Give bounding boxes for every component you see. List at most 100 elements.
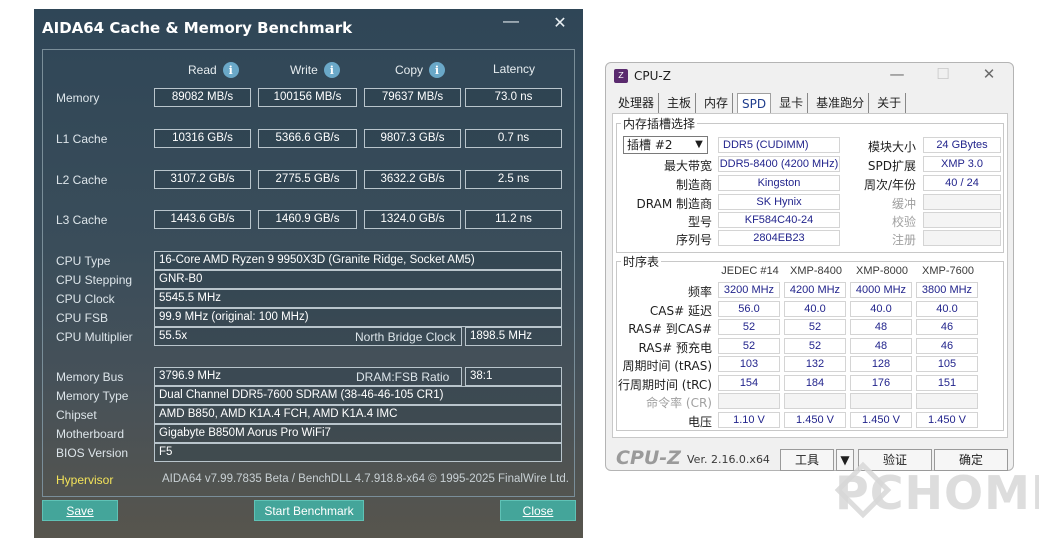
close-window-button[interactable]: ✕ [546, 13, 574, 33]
timing-cell: 40.0 [784, 301, 846, 317]
module-size-label: 模块大小 [867, 140, 916, 154]
timing-cell: 46 [916, 319, 978, 335]
timing-cell: 52 [718, 319, 780, 335]
minimize-button[interactable]: — [497, 13, 525, 31]
timing-row-label: 周期时间 (tRAS) [622, 359, 712, 373]
slot-select-value: 插槽 #2 [627, 138, 673, 152]
timing-cell [850, 393, 912, 409]
timing-cell: 3200 MHz [718, 282, 780, 298]
maker-value: Kingston [718, 175, 840, 191]
chipset-label: Chipset [56, 408, 97, 422]
minimize-icon[interactable]: — [882, 65, 912, 83]
close-button-label: Close [522, 504, 554, 518]
timing-row-label: CAS# 延迟 [649, 304, 712, 318]
timing-cell [916, 393, 978, 409]
timing-cell: 132 [784, 356, 846, 372]
l2-read-value: 3107.2 GB/s [154, 170, 251, 189]
timing-cell: 52 [784, 338, 846, 354]
header-read: Read i [188, 62, 239, 78]
info-icon[interactable]: i [222, 62, 239, 78]
l1-write-value: 5366.6 GB/s [258, 129, 357, 148]
tab-bench[interactable]: 基准跑分 [812, 93, 870, 114]
slot-group-label: 内存插槽选择 [621, 115, 698, 132]
cpu-clock-value: 5545.5 MHz [154, 289, 562, 308]
serial-value: 2804EB23 [718, 230, 840, 246]
l1-read-value: 10316 GB/s [154, 129, 251, 148]
spd-ext-label: SPD扩展 [867, 159, 916, 173]
timing-header-jedec: JEDEC #14 [721, 265, 779, 277]
timing-cell: 1.10 V [718, 412, 780, 428]
header-copy-label: Copy [395, 63, 424, 77]
motherboard-value: Gigabyte B850M Aorus Pro WiFi7 [154, 424, 562, 443]
serial-label: 序列号 [675, 233, 712, 247]
timing-cell: 105 [916, 356, 978, 372]
l3-copy-value: 1324.0 GB/s [364, 210, 461, 229]
cpuz-title: CPU-Z [634, 69, 671, 83]
tools-button[interactable]: 工具 [780, 449, 834, 471]
tab-mainboard[interactable]: 主板 [663, 93, 697, 114]
memory-type-label: Memory Type [56, 389, 129, 403]
memory-type-value: Dual Channel DDR5-7600 SDRAM (38-46-46-1… [154, 386, 562, 405]
buffer-label: 缓冲 [891, 197, 916, 211]
info-icon[interactable]: i [323, 62, 340, 78]
hypervisor-link[interactable]: Hypervisor [56, 473, 113, 487]
timing-group-label: 时序表 [621, 253, 662, 270]
tab-spd[interactable]: SPD [737, 93, 772, 114]
cpu-type-value: 16-Core AMD Ryzen 9 9950X3D (Granite Rid… [154, 251, 562, 270]
timing-cell: 1.450 V [850, 412, 912, 428]
maximize-icon[interactable]: ☐ [928, 65, 958, 83]
model-value: KF584C40-24 [718, 212, 840, 228]
memory-write-value: 100156 MB/s [258, 88, 357, 107]
tab-memory[interactable]: 内存 [700, 93, 734, 114]
spd-ext-value: XMP 3.0 [923, 156, 1001, 172]
bandwidth-value: DDR5-8400 (4200 MHz) [718, 156, 840, 172]
save-button-label: Save [66, 504, 94, 518]
timing-cell: 128 [850, 356, 912, 372]
timing-cell: 46 [916, 338, 978, 354]
memory-read-value: 89082 MB/s [154, 88, 251, 107]
memory-copy-value: 79637 MB/s [364, 88, 461, 107]
timing-header-xmp8000: XMP-8000 [856, 265, 908, 277]
start-benchmark-button[interactable]: Start Benchmark [254, 500, 364, 521]
l2-latency-value: 2.5 ns [465, 170, 562, 189]
header-write-label: Write [290, 63, 318, 77]
timing-row-label: 命令率 (CR) [646, 396, 712, 410]
memory-latency-value: 73.0 ns [465, 88, 562, 107]
timing-cell: 48 [850, 338, 912, 354]
timing-cell: 154 [718, 375, 780, 391]
dram-fsb-label: DRAM:FSB Ratio [356, 370, 450, 384]
row-label-l1: L1 Cache [56, 132, 108, 146]
memory-bus-label: Memory Bus [56, 370, 124, 384]
close-icon[interactable]: ✕ [974, 65, 1004, 83]
aida64-window: AIDA64 Cache & Memory Benchmark — ✕ Read… [34, 9, 583, 538]
tab-graphics[interactable]: 显卡 [775, 93, 809, 114]
tab-cpu[interactable]: 处理器 [614, 93, 660, 114]
save-button[interactable]: Save [42, 500, 118, 521]
info-icon[interactable]: i [429, 62, 446, 78]
timing-cell: 4200 MHz [784, 282, 846, 298]
timing-cell: 151 [916, 375, 978, 391]
timing-header-xmp8400: XMP-8400 [790, 265, 842, 277]
header-copy: Copy i [395, 62, 446, 78]
close-button[interactable]: Close [500, 500, 576, 521]
slot-select[interactable]: 插槽 #2 ▼ [623, 136, 708, 154]
row-label-memory: Memory [56, 91, 100, 105]
nb-clock-value: 1898.5 MHz [465, 327, 562, 346]
tab-about[interactable]: 关于 [873, 93, 907, 114]
header-latency: Latency [493, 62, 535, 76]
l3-latency-value: 11.2 ns [465, 210, 562, 229]
timing-cell: 56.0 [718, 301, 780, 317]
timing-cell: 40.0 [916, 301, 978, 317]
cpu-stepping-value: GNR-B0 [154, 270, 562, 289]
timing-cell: 1.450 V [784, 412, 846, 428]
timing-cell: 4000 MHz [850, 282, 912, 298]
checksum-value [923, 212, 1001, 228]
registered-value [923, 230, 1001, 246]
buffer-value [923, 194, 1001, 210]
cpu-multiplier-label: CPU Multiplier [56, 330, 133, 344]
module-size-value: 24 GBytes [923, 137, 1001, 153]
header-latency-label: Latency [493, 62, 536, 76]
maker-label: 制造商 [675, 178, 712, 192]
timing-row-label: 频率 [687, 285, 712, 299]
footer-version: AIDA64 v7.99.7835 Beta / BenchDLL 4.7.91… [162, 473, 569, 485]
